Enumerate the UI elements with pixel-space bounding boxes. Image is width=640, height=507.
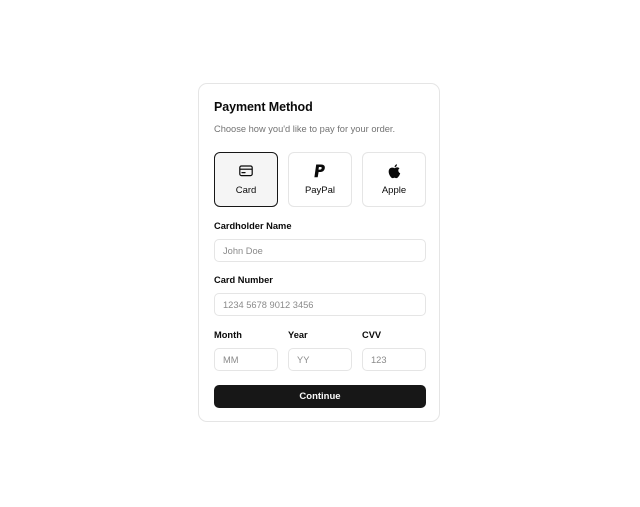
credit-card-icon [238,163,254,179]
payment-method-options: Card PayPal Apple [214,152,426,207]
cvv-input[interactable] [362,348,426,371]
apple-icon [386,163,402,179]
cardholder-name-input[interactable] [214,239,426,262]
cardholder-name-label: Cardholder Name [214,221,292,231]
payment-option-label: Apple [381,185,407,196]
payment-option-apple[interactable]: Apple [362,152,426,207]
card-subtitle: Choose how you'd like to pay for your or… [214,124,396,134]
month-input[interactable] [214,348,278,371]
card-number-label: Card Number [214,275,273,285]
payment-option-label: Card [235,185,257,196]
cvv-label: CVV [362,330,382,340]
payment-option-paypal[interactable]: PayPal [288,152,352,207]
card-number-input[interactable] [214,293,426,316]
continue-button[interactable]: Continue [214,385,426,408]
year-label: Year [288,330,308,340]
card-title: Payment Method [214,100,313,114]
payment-method-card: Payment Method Choose how you'd like to … [198,83,440,422]
month-label: Month [214,330,242,340]
year-input[interactable] [288,348,352,371]
payment-option-card[interactable]: Card [214,152,278,207]
paypal-icon [312,163,328,179]
payment-option-label: PayPal [304,185,336,196]
